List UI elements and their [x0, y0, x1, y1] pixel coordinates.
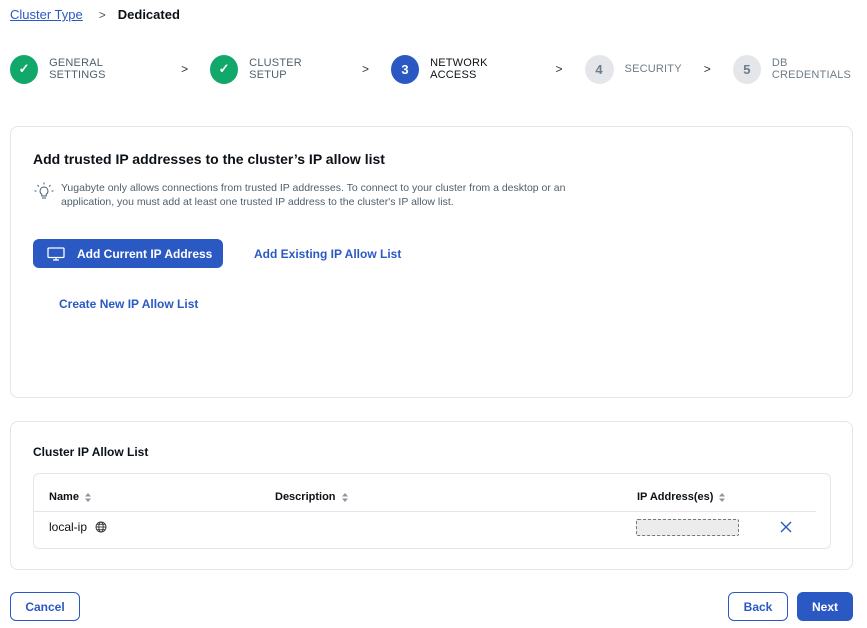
ip-access-card: Add trusted IP addresses to the cluster’…	[10, 126, 853, 398]
add-current-ip-button[interactable]: Add Current IP Address	[33, 239, 223, 268]
check-icon: ✓	[10, 54, 39, 84]
step-cluster-setup: ✓ CLUSTER SETUP	[210, 54, 340, 84]
sort-icon	[719, 492, 726, 502]
step-network-access: 3 NETWORK ACCESS	[390, 54, 534, 84]
sort-icon	[341, 492, 348, 502]
step-number: 3	[390, 54, 420, 84]
step-label: GENERAL SETTINGS	[49, 57, 106, 81]
chevron-right-icon: >	[181, 62, 189, 76]
column-header-label: IP Address(es)	[637, 491, 714, 503]
step-label: CLUSTER SETUP	[249, 57, 302, 81]
close-icon[interactable]	[779, 520, 793, 534]
next-button[interactable]: Next	[797, 592, 853, 621]
back-button[interactable]: Back	[728, 592, 788, 621]
step-number: 5	[732, 54, 761, 84]
monitor-icon	[47, 246, 65, 261]
globe-icon	[95, 521, 107, 533]
allow-list-table: Name Description IP Address(es) local-ip	[33, 473, 831, 549]
column-header-description[interactable]: Description	[275, 491, 349, 503]
sort-icon	[84, 492, 91, 502]
tip-text: Yugabyte only allows connections from tr…	[61, 182, 566, 208]
row-ip-address-redacted	[636, 519, 739, 536]
table-row: local-ip	[49, 520, 107, 534]
breadcrumb-cluster-type-link[interactable]: Cluster Type	[10, 7, 83, 22]
breadcrumb: Cluster Type > Dedicated	[10, 7, 180, 22]
chevron-right-icon: >	[361, 62, 369, 76]
column-header-ip[interactable]: IP Address(es)	[637, 491, 726, 503]
allow-list-title: Cluster IP Allow List	[33, 445, 149, 459]
step-general-settings: ✓ GENERAL SETTINGS	[10, 54, 159, 84]
row-name: local-ip	[49, 520, 88, 534]
step-db-credentials: 5 DB CREDENTIALS	[732, 54, 867, 84]
chevron-right-icon: >	[703, 62, 711, 76]
cancel-button[interactable]: Cancel	[10, 592, 80, 621]
step-label: DB CREDENTIALS	[771, 57, 852, 81]
column-header-name[interactable]: Name	[49, 491, 92, 503]
step-number: 4	[584, 54, 614, 84]
column-header-label: Name	[49, 491, 79, 503]
chevron-right-icon: >	[555, 62, 563, 76]
check-icon: ✓	[210, 54, 239, 84]
column-header-label: Description	[275, 491, 336, 503]
lightbulb-icon	[34, 182, 54, 199]
tip-note: Yugabyte only allows connections from tr…	[33, 181, 601, 209]
create-new-allow-list-button[interactable]: Create New IP Allow List	[59, 297, 198, 311]
step-security: 4 SECURITY	[584, 54, 682, 84]
step-label: SECURITY	[624, 63, 682, 75]
add-current-ip-label: Add Current IP Address	[77, 246, 213, 261]
breadcrumb-current: Dedicated	[117, 7, 180, 22]
ip-section-title: Add trusted IP addresses to the cluster’…	[33, 151, 385, 167]
breadcrumb-separator: >	[98, 7, 106, 22]
allow-list-card: Cluster IP Allow List Name Description I…	[10, 421, 853, 570]
step-label: NETWORK ACCESS	[430, 57, 488, 81]
wizard-stepper: ✓ GENERAL SETTINGS > ✓ CLUSTER SETUP > 3…	[10, 54, 867, 84]
add-existing-allow-list-button[interactable]: Add Existing IP Allow List	[254, 247, 401, 261]
table-divider	[34, 511, 816, 512]
